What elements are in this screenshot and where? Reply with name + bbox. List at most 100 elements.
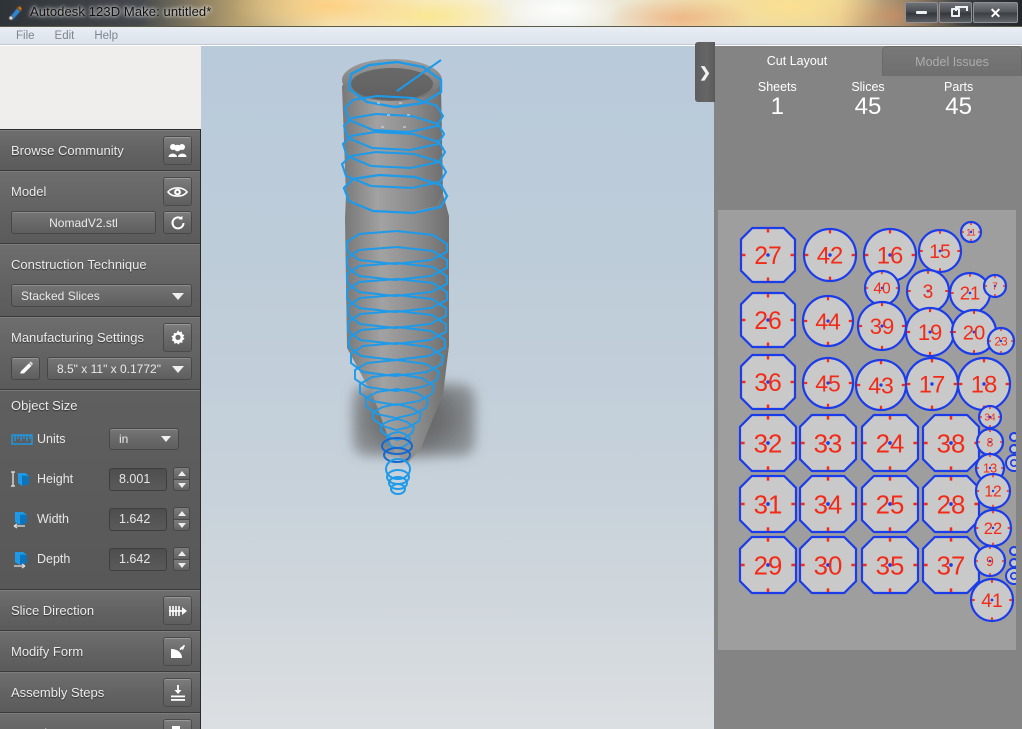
cut-part-tiny[interactable] [1009, 432, 1016, 442]
cut-part-tiny[interactable] [1009, 444, 1016, 454]
cut-part[interactable]: 35 [860, 535, 920, 595]
cut-part[interactable]: 31 [738, 474, 798, 534]
cut-part[interactable]: 41 [969, 577, 1015, 623]
cut-part[interactable]: 42 [802, 227, 858, 283]
cut-part[interactable]: 8 [975, 427, 1005, 457]
cut-part[interactable]: 45 [801, 356, 855, 410]
part-number: 31 [754, 491, 783, 519]
menu-file[interactable]: File [6, 30, 45, 42]
cut-part[interactable]: 32 [738, 413, 798, 473]
sidebar-section-assembly-steps[interactable]: Assembly Steps [0, 672, 200, 713]
cut-part[interactable]: 30 [798, 535, 858, 595]
cut-part-tiny[interactable] [1005, 567, 1016, 585]
manufacturing-size-dropdown[interactable]: 8.5" x 11" x 0.1772" [47, 357, 192, 380]
object-size-row-height: Height 8.001 [0, 459, 200, 499]
cut-part-tiny[interactable] [1009, 546, 1016, 556]
cut-part[interactable]: 36 [739, 353, 797, 411]
cut-part[interactable]: 37 [921, 535, 981, 595]
cut-part[interactable]: 38 [921, 413, 981, 473]
part-number: 25 [876, 491, 905, 519]
cut-part-tiny[interactable] [1005, 454, 1016, 472]
cut-part[interactable]: 43 [854, 358, 908, 412]
title-bar: Autodesk 123D Make: untitled* ✕ [0, 0, 1022, 27]
assembly-steps-icon[interactable] [163, 678, 192, 707]
minimize-button[interactable] [905, 2, 938, 23]
cut-part[interactable]: 25 [860, 474, 920, 534]
width-input[interactable]: 1.642 [109, 507, 167, 531]
height-input[interactable]: 8.001 [109, 467, 167, 491]
slice-direction-icon[interactable] [163, 596, 192, 625]
width-stepper-up[interactable] [173, 507, 190, 519]
slice-direction-label: Slice Direction [11, 603, 95, 618]
cut-part[interactable]: 24 [860, 413, 920, 473]
cut-part[interactable]: 27 [739, 226, 797, 284]
sliced-model-render[interactable] [201, 46, 714, 729]
width-stepper-down[interactable] [173, 519, 190, 531]
cut-layout-parts[interactable]: 27 42 16 151126 44403931921 720 2336 45 43 17 1832… [718, 210, 1016, 650]
model-label: Model [11, 184, 47, 199]
part-number: 39 [870, 314, 895, 339]
sidebar-section-get-plans[interactable]: Get Plans [0, 713, 200, 729]
cut-part[interactable]: 3 [905, 268, 951, 314]
modify-form-icon[interactable] [163, 637, 192, 666]
model-file-button[interactable]: NomadV2.stl [11, 211, 156, 234]
maximize-restore-button[interactable] [939, 2, 972, 23]
stat-parts-label: Parts [944, 80, 974, 94]
depth-stepper-up[interactable] [173, 547, 190, 559]
construction-technique-value: Stacked Slices [21, 288, 100, 303]
depth-stepper-down[interactable] [173, 559, 190, 571]
cut-part[interactable]: 9 [973, 544, 1007, 578]
cut-part[interactable]: 34 [798, 474, 858, 534]
construction-technique-dropdown[interactable]: Stacked Slices [11, 284, 192, 307]
part-number: 29 [754, 552, 783, 580]
part-number: 9 [986, 554, 994, 569]
refresh-icon[interactable] [163, 211, 192, 234]
cut-part[interactable]: 19 [904, 306, 956, 358]
cut-part[interactable]: 44 [801, 294, 855, 348]
chevron-right-icon[interactable]: ❯ [695, 42, 715, 102]
part-outline [1009, 432, 1016, 442]
pencil-icon[interactable] [11, 357, 40, 380]
cut-part[interactable]: 26 [739, 291, 797, 349]
height-stepper-down[interactable] [173, 479, 190, 491]
tab-cut-layout[interactable]: Cut Layout [714, 46, 880, 76]
close-button[interactable]: ✕ [973, 2, 1018, 23]
cut-part[interactable]: 23 [986, 326, 1016, 356]
height-stepper-up[interactable] [173, 467, 190, 479]
cut-part[interactable]: 33 [798, 413, 858, 473]
cut-part-tiny[interactable] [1009, 558, 1016, 568]
tab-model-issues[interactable]: Model Issues [882, 46, 1022, 76]
menu-edit[interactable]: Edit [45, 30, 85, 42]
eye-icon[interactable] [163, 177, 192, 206]
cut-part[interactable]: 18 [956, 356, 1012, 412]
cut-part[interactable]: 11 [959, 220, 983, 244]
cut-part[interactable]: 7 [982, 273, 1008, 299]
cut-part[interactable]: 40 [863, 269, 901, 307]
cut-part[interactable]: 22 [973, 508, 1013, 548]
cut-part[interactable]: 17 [904, 356, 960, 412]
ruler-icon [11, 432, 37, 446]
sidebar-section-slice-direction[interactable]: Slice Direction [0, 590, 200, 631]
cut-part[interactable]: 28 [921, 474, 981, 534]
gear-icon[interactable] [163, 323, 192, 352]
cut-part[interactable]: 34 [977, 404, 1003, 430]
units-dropdown[interactable]: in [109, 428, 179, 450]
people-icon[interactable] [163, 136, 192, 165]
depth-stepper[interactable] [173, 547, 190, 571]
model-viewport[interactable] [201, 46, 714, 729]
part-number: 26 [754, 308, 782, 335]
height-stepper[interactable] [173, 467, 190, 491]
cut-part[interactable]: 21 [948, 271, 992, 315]
sidebar-section-browse-community[interactable]: Browse Community [0, 130, 200, 171]
cut-part[interactable]: 12 [974, 472, 1012, 510]
depth-icon [11, 549, 37, 569]
plans-icon[interactable] [163, 719, 192, 729]
cut-part[interactable]: 29 [738, 535, 798, 595]
cut-layout-sheet[interactable]: 27 42 16 15 11 26 44 40 39 3 19 21 7 20 23 36 45 43 17 18 32… [718, 210, 1016, 650]
cut-part[interactable]: 15 [917, 228, 963, 274]
menu-help[interactable]: Help [84, 30, 128, 42]
width-stepper[interactable] [173, 507, 190, 531]
cut-part[interactable]: 39 [856, 300, 908, 352]
depth-input[interactable]: 1.642 [109, 547, 167, 571]
sidebar-section-modify-form[interactable]: Modify Form [0, 631, 200, 672]
